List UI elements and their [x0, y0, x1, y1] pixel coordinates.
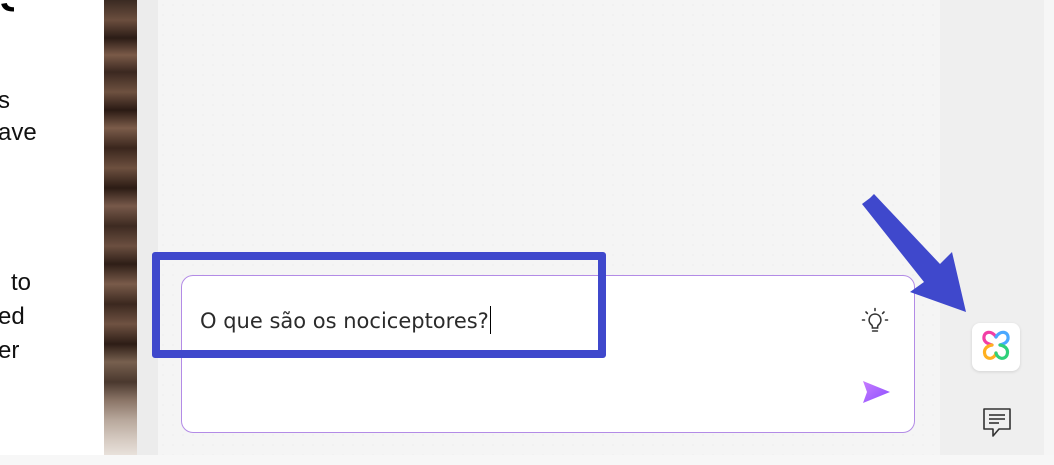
send-icon — [860, 379, 892, 410]
feedback-icon — [981, 406, 1013, 445]
document-text-line: s — [0, 87, 10, 114]
copilot-icon — [978, 327, 1014, 368]
document-heading-fragment: S — [0, 0, 14, 18]
document-page: S s ave to ed er — [0, 0, 104, 455]
document-text-line: to — [11, 269, 32, 296]
feedback-button[interactable] — [980, 407, 1014, 443]
copilot-button[interactable] — [972, 323, 1020, 371]
window-edge — [1044, 0, 1054, 465]
annotation-arrow — [862, 194, 966, 312]
input-highlight-annotation — [152, 252, 606, 358]
document-text-line: er — [0, 337, 20, 364]
document-text-line: ave — [0, 119, 37, 146]
pane-divider — [137, 0, 158, 455]
send-button[interactable] — [858, 378, 894, 410]
bottom-strip — [0, 455, 1054, 465]
document-photo — [104, 0, 137, 455]
document-text-line: ed — [0, 303, 25, 330]
